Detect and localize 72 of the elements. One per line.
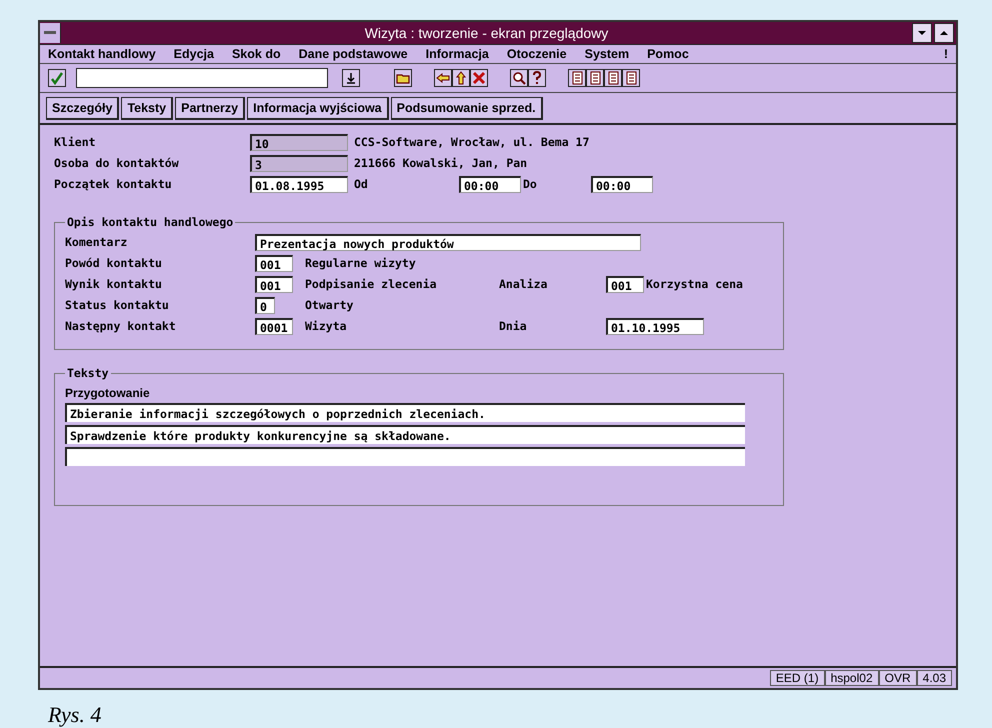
texts-label: Przygotowanie [65,386,151,400]
input-field[interactable]: 001 [606,276,644,292]
page-icon[interactable] [622,69,640,87]
folder-icon[interactable] [394,69,412,87]
command-field[interactable] [76,68,328,88]
text-line-field[interactable] [65,447,745,466]
menu-item[interactable]: Pomoc [647,47,689,61]
help-icon[interactable] [528,69,546,87]
field-text: Korzystna cena [646,277,743,291]
field-text: Dnia [499,319,527,333]
input-field[interactable]: 0 [255,296,275,314]
menu-item[interactable]: Dane podstawowe [298,47,408,61]
tab[interactable]: Podsumowanie sprzed. [390,97,543,120]
field-label: Następny kontakt [65,319,176,333]
status-item: OVR [878,670,917,686]
field-text: Podpisanie zlecenia [305,277,437,291]
menu-item[interactable]: System [584,47,630,61]
up-triangle-icon [940,30,948,36]
tab[interactable]: Teksty [121,97,174,120]
minus-icon [44,31,56,35]
checkmark-icon[interactable] [48,69,66,87]
field-label: Powód kontaktu [65,256,162,270]
text-line-field[interactable]: Sprawdzenie które produkty konkurencyjne są składowane. [65,425,745,444]
status-item: EED (1) [770,670,825,686]
minimize-button[interactable] [912,23,932,43]
page-icon[interactable] [568,69,586,87]
search-icon[interactable] [510,69,528,87]
maximize-button[interactable] [934,23,954,43]
status-item: 4.03 [916,670,952,686]
field-label: Wynik kontaktu [65,277,162,291]
field-text: Do [523,177,537,191]
menu-item[interactable]: Otoczenie [506,47,567,61]
input-field[interactable]: 001 [255,276,293,292]
text-line-field[interactable]: Zbieranie informacji szczegółowych o poprzednich zleceniach. [65,403,745,422]
field-text: Otwarty [305,298,354,312]
field-label: Komentarz [65,235,128,249]
down-triangle-icon [918,30,926,36]
input-field[interactable]: 00:00 [591,176,653,192]
field-text: Od [354,177,368,191]
window-title: Wizyta : tworzenie - ekran przeglądowy [364,25,610,41]
cancel-icon[interactable] [470,69,488,87]
menu-item[interactable]: Informacja [426,47,489,61]
input-field[interactable]: 00:00 [459,176,521,192]
menu-item[interactable]: ! [944,47,948,61]
field-text: Regularne wizyty [305,256,416,270]
tab[interactable]: Szczegóły [46,97,120,120]
menu-item[interactable]: Skok do [232,47,281,61]
field-label: Status kontaktu [65,298,169,312]
field-text: Analiza [499,277,548,291]
dropdown-icon[interactable] [342,69,360,87]
field-text: Wizyta [305,319,347,333]
page-icon[interactable] [586,69,604,87]
figure-caption: Rys. 4 [48,702,102,728]
group-title: Teksty [66,366,110,380]
tab[interactable]: Informacja wyjściowa [247,97,389,120]
input-field[interactable]: 01.10.1995 [606,318,704,334]
field-text: CCS-Software, Wrocław, ul. Bema 17 [354,135,590,149]
field-text: 211666 Kowalski, Jan, Pan [354,156,528,170]
menu-item[interactable]: Edycja [174,47,214,61]
page-icon[interactable] [604,69,622,87]
input-field[interactable]: 01.08.1995 [250,176,348,192]
field-label: Osoba do kontaktów [54,156,179,170]
input-field[interactable]: Prezentacja nowych produktów [255,234,641,250]
status-item: hspol02 [824,670,879,686]
field-label: Początek kontaktu [54,177,172,191]
input-field[interactable]: 001 [255,254,293,272]
input-field[interactable]: 0001 [255,318,293,334]
field-label: Klient [54,135,96,149]
tab[interactable]: Partnerzy [175,97,246,120]
group-title: Opis kontaktu handlowego [66,215,234,229]
system-menu-button[interactable] [40,23,61,43]
menu-item[interactable]: Kontakt handlowy [48,47,156,61]
